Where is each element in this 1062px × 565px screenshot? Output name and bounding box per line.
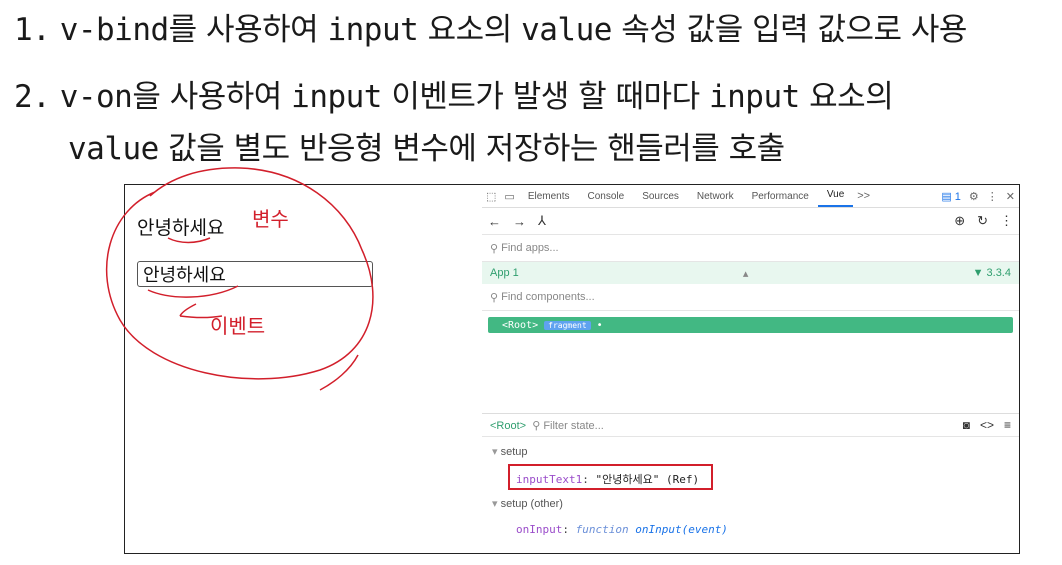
annotation-ink: 변수 이벤트 [105, 167, 374, 391]
annotation-event-label: 이벤트 [210, 314, 265, 338]
annotation-variable-label: 변수 [252, 207, 289, 231]
